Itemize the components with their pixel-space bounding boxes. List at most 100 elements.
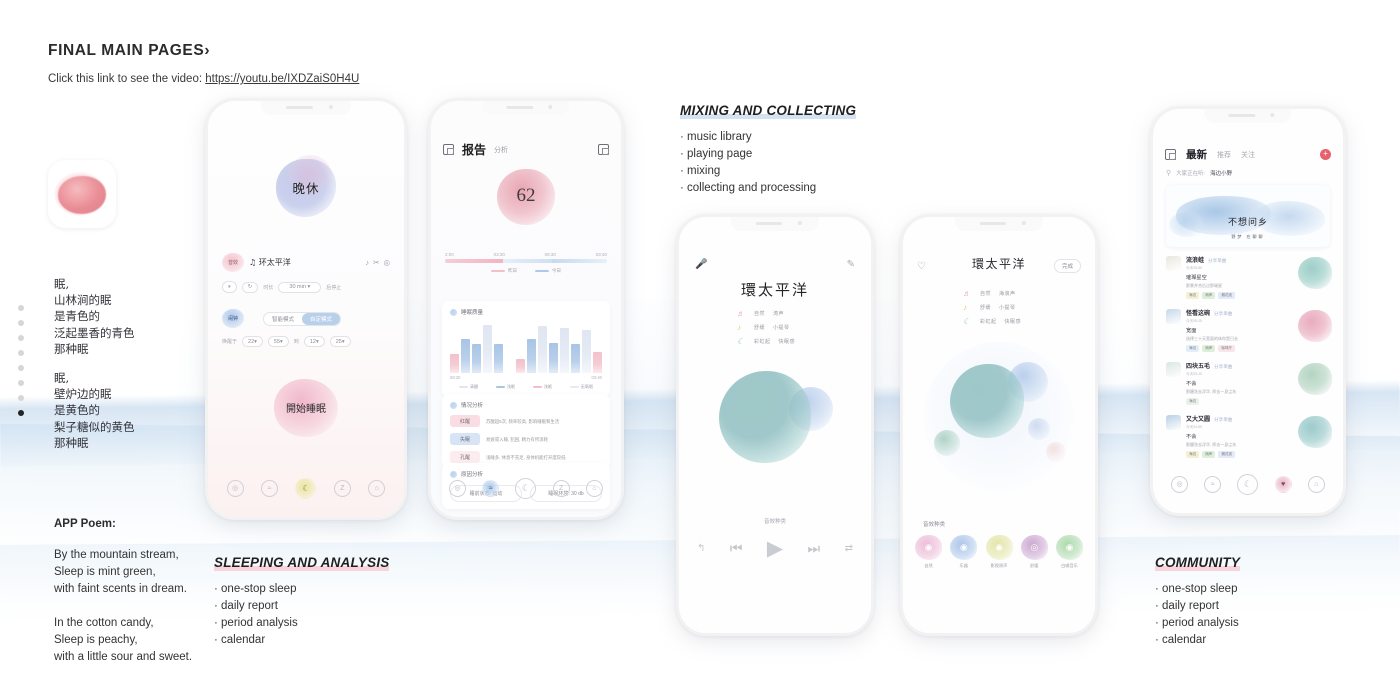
page-dot-nav[interactable]: [18, 305, 24, 425]
post-author-name[interactable]: 又大又圆: [1186, 414, 1210, 423]
wake-minute-select[interactable]: 55▾: [267, 336, 289, 347]
community-post[interactable]: 四块五毛 分享单曲 今天05:10 不会 那醒洗去浮华, 挥去一身尘灰 海边: [1166, 361, 1332, 414]
mixing-controls[interactable]: ◉ 自然 ◉ 乐器 ◉ 影视原声 ◎ 舒缓 ◉ 白噪音乐: [913, 535, 1085, 569]
post-tag[interactable]: 海边: [1186, 397, 1200, 405]
nav-waves-icon-c[interactable]: ≈: [1204, 475, 1222, 493]
post-tag[interactable]: 雨声: [1202, 450, 1216, 458]
dot-6[interactable]: [18, 380, 24, 386]
post-tag[interactable]: 雨声: [1202, 344, 1216, 352]
alarm-mode-toggle[interactable]: 智能模式 自定模式: [263, 311, 342, 326]
post-author-name[interactable]: 怪看这碗: [1186, 308, 1210, 317]
post-song-title[interactable]: 宽面: [1186, 327, 1293, 334]
avatar[interactable]: [1166, 256, 1181, 271]
nav-moon-icon-r[interactable]: ☾: [515, 477, 537, 499]
mixer-blob-icon[interactable]: ◎: [1020, 535, 1048, 560]
next-icon[interactable]: ⏭: [808, 540, 821, 557]
refresh-button[interactable]: ↻: [241, 281, 259, 293]
pause-button[interactable]: ⏸: [222, 281, 237, 293]
post-song-title[interactable]: 不会: [1186, 433, 1293, 440]
post-artwork[interactable]: [1298, 257, 1332, 289]
post-tag[interactable]: 海边: [1186, 344, 1200, 352]
disc-icon[interactable]: ◎: [383, 258, 390, 267]
wake-hour2-select[interactable]: 12▾: [303, 336, 325, 347]
avatar[interactable]: [1166, 362, 1181, 377]
wake-minute2-select[interactable]: 25▾: [329, 336, 351, 347]
search-bar[interactable]: ⚲ 大家正在听: 海边小野: [1166, 169, 1330, 177]
mixer-item[interactable]: ◉ 影视原声: [984, 535, 1015, 569]
tab-recommended[interactable]: 推荐: [1217, 150, 1231, 160]
nav-community-icon-c-active[interactable]: ♥: [1274, 475, 1292, 493]
alarm-mode-custom[interactable]: 自定模式: [302, 312, 341, 325]
now-playing[interactable]: ♫ 环太平洋: [249, 257, 291, 268]
player-tag-1[interactable]: ♪ 舒缓 小提琴: [737, 323, 795, 332]
tab-latest[interactable]: 最新: [1186, 147, 1207, 162]
post-artwork[interactable]: [1298, 416, 1332, 448]
scissors-icon[interactable]: ✂: [373, 258, 379, 267]
community-post[interactable]: 流浪蛙 分享单曲 今天05:50 璀璨星空 那景并合后过那璀星 海边 雨声 烟花波: [1166, 255, 1332, 308]
nav-profile-icon-r[interactable]: ⌂: [585, 479, 603, 497]
duration-select[interactable]: 30 min ▾: [278, 281, 322, 293]
post-song-title[interactable]: 不会: [1186, 380, 1293, 387]
post-artwork[interactable]: [1298, 310, 1332, 342]
post-tag[interactable]: 烟花波: [1218, 450, 1236, 458]
post-tag[interactable]: 雨声: [1202, 291, 1216, 299]
nav-profile-icon-c[interactable]: ⌂: [1307, 475, 1325, 493]
bottom-nav-report[interactable]: ◎ ≈ ☾ Z ⌂: [431, 473, 621, 503]
dot-5[interactable]: [18, 365, 24, 371]
mixer-blob-icon[interactable]: ◉: [985, 535, 1013, 560]
note-icon[interactable]: ♪: [365, 258, 369, 267]
play-icon[interactable]: ▶: [767, 536, 783, 561]
mixing-tag-2[interactable]: ☾ 彩虹起 快眠感: [963, 317, 1021, 326]
post-artwork[interactable]: [1298, 363, 1332, 395]
post-song-title[interactable]: 璀璨星空: [1186, 274, 1293, 281]
bottom-nav-sleeping[interactable]: ◎ ≈ ☾ Z ⌂: [208, 473, 404, 503]
mixer-item[interactable]: ◉ 自然: [913, 535, 944, 569]
player-controls[interactable]: ↰ ⏮ ▶ ⏭ ⇄: [697, 536, 853, 561]
mixer-blob-icon[interactable]: ◉: [950, 535, 978, 560]
nav-waves-icon-r-active[interactable]: ≈: [482, 479, 500, 497]
share-icon[interactable]: ↰: [697, 543, 705, 554]
nav-moon-icon-c[interactable]: ☾: [1237, 473, 1259, 495]
player-tag-0[interactable]: ♬ 自然 涛声: [737, 309, 795, 318]
nav-sleep-icon-r[interactable]: Z: [552, 479, 570, 497]
post-tag[interactable]: 烟花波: [1218, 291, 1236, 299]
shuffle-icon[interactable]: ⇄: [845, 543, 853, 554]
nav-home-icon-c[interactable]: ◎: [1171, 475, 1189, 493]
avatar[interactable]: [1166, 415, 1181, 430]
mixer-item[interactable]: ◉ 白噪音乐: [1054, 535, 1085, 569]
mixer-item[interactable]: ◉ 乐器: [948, 535, 979, 569]
music-action-icons[interactable]: ♪ ✂ ◎: [365, 258, 390, 267]
sound-effect-chip[interactable]: 音效: [222, 253, 244, 272]
bottom-nav-community[interactable]: ◎ ≈ ☾ ♥ ⌂: [1153, 469, 1343, 499]
post-author-name[interactable]: 流浪蛙: [1186, 255, 1204, 264]
player-tag-2[interactable]: ☾ 彩虹起 快眠感: [737, 337, 795, 346]
alarm-chip[interactable]: 闹钟: [222, 309, 244, 328]
mixing-tag-1[interactable]: ♪ 舒缓 小提琴: [963, 303, 1021, 312]
calendar-icon[interactable]: [443, 144, 454, 155]
edit-icon[interactable]: ✎: [847, 259, 855, 270]
app-icon[interactable]: [48, 160, 116, 228]
dot-8-active[interactable]: [18, 410, 24, 416]
video-link[interactable]: https://youtu.be/IXDZaiS0H4U: [205, 73, 359, 85]
community-post[interactable]: 又大又圆 分享单曲 今天04:50 不会 那醒洗去浮华, 挥去一身尘灰 海边 雨声 烟花波: [1166, 414, 1332, 467]
evening-rest-hero[interactable]: 晚休: [276, 155, 336, 217]
avatar[interactable]: [1166, 309, 1181, 324]
report-subtitle[interactable]: 分析: [494, 145, 508, 155]
post-tag[interactable]: 海边: [1186, 450, 1200, 458]
mixer-blob-icon[interactable]: ◉: [1056, 535, 1083, 560]
dot-7[interactable]: [18, 395, 24, 401]
tab-following[interactable]: 关注: [1241, 150, 1255, 160]
alarm-mode-smart[interactable]: 智能模式: [264, 313, 302, 325]
post-tag[interactable]: 咖啡厅: [1218, 344, 1236, 352]
nav-moon-icon-active[interactable]: ☾: [295, 477, 317, 499]
dot-4[interactable]: [18, 350, 24, 356]
list-icon[interactable]: [1165, 149, 1176, 160]
post-author-name[interactable]: 四块五毛: [1186, 361, 1210, 370]
note-icon[interactable]: [598, 144, 609, 155]
mic-icon[interactable]: 🎤: [695, 259, 707, 270]
dot-1[interactable]: [18, 305, 24, 311]
start-sleep-button[interactable]: 開始睡眠: [274, 379, 338, 437]
nav-waves-icon[interactable]: ≈: [261, 479, 279, 497]
dot-3[interactable]: [18, 335, 24, 341]
wake-hour-select[interactable]: 22▾: [242, 336, 263, 347]
